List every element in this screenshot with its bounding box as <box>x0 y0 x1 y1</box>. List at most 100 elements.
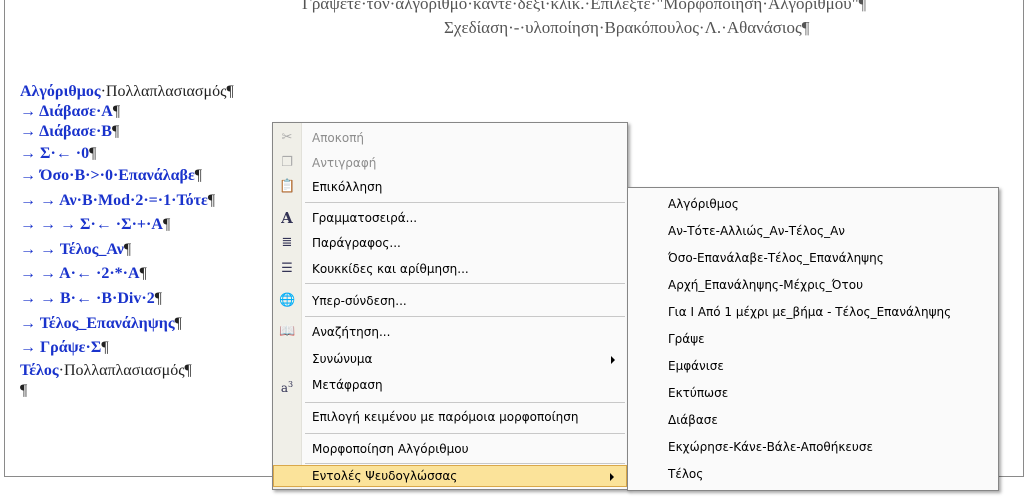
menu-item-label: Επικόλληση <box>312 180 383 194</box>
doc-keyword: Τέλος <box>20 362 59 379</box>
menu-item-label: Αποκοπή <box>312 131 365 145</box>
pilcrow: ¶ <box>162 216 171 233</box>
doc-line-6: → → Αν·Β·Mod·2·=·1·Τότε¶ <box>20 191 215 211</box>
copy-icon: ❐ <box>281 155 293 170</box>
menu-item-label: Αντιγραφή <box>312 156 377 170</box>
doc-line-12: → Γράψε·Σ¶ <box>20 338 109 358</box>
doc-line-13: Τέλος·Πολλαπλασιασμός¶ <box>20 361 192 381</box>
doc-line-11: → Τέλος_Επανάληψης¶ <box>20 314 182 334</box>
pilcrow: ¶ <box>174 315 182 332</box>
submenu-item-algorithm[interactable]: Αλγόριθμος <box>628 192 998 216</box>
submenu-item-assign[interactable]: Εκχώρησε-Κάνε-Βάλε-Αποθήκευσε <box>628 435 998 459</box>
doc-text: → Διάβασε·Β <box>20 123 112 140</box>
menu-item-bullets[interactable]: ☰ Κουκκίδες και αρίθμηση... <box>273 258 627 280</box>
doc-line-5: → Όσο·Β·>·0·Επανάλαβε¶ <box>20 166 202 186</box>
doc-text: → → Β·← ·Β·Div·2 <box>20 290 155 307</box>
menu-item-pseudocode-commands[interactable]: Εντολές Ψευδογλώσσας <box>273 465 627 487</box>
pilcrow: ¶ <box>194 167 203 184</box>
menu-item-research[interactable]: 📖 Αναζήτηση... <box>273 321 627 343</box>
doc-line-8: → → Τέλος_Αν¶ <box>20 240 131 260</box>
doc-line-4: → Σ·← ·0¶ <box>20 144 96 164</box>
submenu-item-label: Διάβασε <box>668 413 718 427</box>
menu-item-translate[interactable]: a3 Μετάφραση <box>273 374 627 396</box>
menu-item-format-algorithm[interactable]: Μορφοποίηση Αλγόριθμου <box>273 438 627 460</box>
doc-line-1: Αλγόριθμος·Πολλαπλασιασμός¶ <box>20 82 234 102</box>
menu-item-label: Μορφοποίηση Αλγόριθμου <box>312 442 469 456</box>
doc-text: → → Α·← ·2·*·Α <box>20 265 140 282</box>
menu-separator <box>305 402 625 403</box>
submenu-item-label: Εμφάνισε <box>668 359 724 373</box>
instruction-text: Γράψετε·τον·αλγόριθμο·κάντε·δεξί·κλικ.·Ε… <box>302 0 867 13</box>
submenu-item-print[interactable]: Εκτύπωσε <box>628 381 998 405</box>
menu-item-label: Γραμματοσειρά... <box>312 211 418 225</box>
doc-text: → → → Σ·← ·Σ·+·Α <box>20 216 163 233</box>
doc-line-2: → Διάβασε·Α¶ <box>20 102 120 122</box>
pseudocode-submenu: Αλγόριθμος Αν-Τότε-Αλλιώς_Αν-Τέλος_Αν Όσ… <box>627 187 999 491</box>
submenu-item-write[interactable]: Γράψε <box>628 327 998 351</box>
menu-item-label: Συνώνυμα <box>312 352 373 366</box>
doc-line-3: → Διάβασε·Β¶ <box>20 122 119 142</box>
doc-text: → Διάβασε·Α <box>20 103 113 120</box>
menu-item-label: Παράγραφος... <box>312 236 401 250</box>
submenu-arrow-icon <box>611 356 615 364</box>
menu-item-select-similar[interactable]: Επιλογή κειμένου με παρόμοια μορφοποίηση <box>273 406 627 428</box>
menu-separator <box>305 433 625 434</box>
author-text: Σχεδίαση·-·υλοποίηση·Βρακόπουλος·Λ.·Αθαν… <box>444 18 810 37</box>
doc-line-10: → → Β·← ·Β·Div·2¶ <box>20 289 162 309</box>
doc-text: → Γράψε·Σ <box>20 339 102 356</box>
pilcrow: ¶ <box>89 145 97 162</box>
menu-item-cut[interactable]: ✂ Αποκοπή <box>273 127 627 149</box>
pilcrow: ¶ <box>20 382 28 399</box>
pilcrow: ¶ <box>139 265 147 282</box>
pilcrow: ¶ <box>111 123 120 140</box>
submenu-item-repeat-until[interactable]: Αρχή_Επανάληψης-Μέχρις_Ότου <box>628 273 998 297</box>
doc-text: → → Αν·Β·Mod·2·=·1·Τότε <box>20 192 208 209</box>
context-menu: ✂ Αποκοπή ❐ Αντιγραφή 📋 Επικόλληση A Γρα… <box>272 122 628 490</box>
research-icon: 📖 <box>279 324 296 339</box>
submenu-item-label: Τέλος <box>668 467 704 481</box>
pilcrow: ¶ <box>123 241 132 258</box>
doc-text: → Τέλος_Επανάληψης <box>20 315 175 332</box>
menu-item-paragraph[interactable]: ≣ Παράγραφος... <box>273 232 627 254</box>
menu-separator <box>305 316 625 317</box>
menu-item-synonyms[interactable]: Συνώνυμα <box>273 348 627 370</box>
doc-text: → Σ·← ·0 <box>20 145 90 162</box>
submenu-item-end[interactable]: Τέλος <box>628 462 998 486</box>
menu-item-hyperlink[interactable]: 🌐 Υπερ-σύνδεση... <box>273 290 627 312</box>
doc-text: → → Τέλος_Αν <box>20 241 124 258</box>
doc-text: → Όσο·Β·>·0·Επανάλαβε <box>20 167 195 184</box>
submenu-item-label: Αρχή_Επανάληψης-Μέχρις_Ότου <box>668 278 864 292</box>
menu-item-label: Επιλογή κειμένου με παρόμοια μορφοποίηση <box>312 410 579 424</box>
bullets-icon: ☰ <box>281 261 293 276</box>
submenu-item-display[interactable]: Εμφάνισε <box>628 354 998 378</box>
hyperlink-icon: 🌐 <box>279 293 296 308</box>
submenu-arrow-icon <box>610 473 614 481</box>
menu-item-font[interactable]: A Γραμματοσειρά... <box>273 207 627 229</box>
menu-item-label: Εντολές Ψευδογλώσσας <box>312 469 458 483</box>
doc-line-9: → → Α·← ·2·*·Α¶ <box>20 264 147 284</box>
submenu-item-read[interactable]: Διάβασε <box>628 408 998 432</box>
paragraph-icon: ≣ <box>281 235 293 250</box>
doc-line-7: → → → Σ·← ·Σ·+·Α¶ <box>20 215 170 235</box>
doc-line-14: ¶ <box>20 381 27 401</box>
pilcrow: ¶ <box>154 290 162 307</box>
menu-item-label: Αναζήτηση... <box>312 325 391 339</box>
submenu-item-if-then[interactable]: Αν-Τότε-Αλλιώς_Αν-Τέλος_Αν <box>628 219 998 243</box>
doc-text: ·Πολλαπλασιασμός¶ <box>58 362 192 379</box>
submenu-item-label: Εκχώρησε-Κάνε-Βάλε-Αποθήκευσε <box>668 440 873 454</box>
submenu-item-for-loop[interactable]: Για Ι Από 1 μέχρι με_βήμα - Τέλος_Επανάλ… <box>628 300 998 324</box>
menu-item-label: Υπερ-σύνδεση... <box>312 294 407 308</box>
menu-item-copy[interactable]: ❐ Αντιγραφή <box>273 152 627 174</box>
pilcrow: ¶ <box>101 339 109 356</box>
submenu-item-label: Για Ι Από 1 μέχρι με_βήμα - Τέλος_Επανάλ… <box>668 305 952 319</box>
pilcrow: ¶ <box>207 192 216 209</box>
menu-item-paste[interactable]: 📋 Επικόλληση <box>273 176 627 198</box>
submenu-item-label: Αν-Τότε-Αλλιώς_Αν-Τέλος_Αν <box>668 224 845 238</box>
menu-separator <box>305 463 625 464</box>
submenu-item-label: Εκτύπωσε <box>668 386 729 400</box>
paste-icon: 📋 <box>279 179 296 194</box>
pilcrow: ¶ <box>112 103 121 120</box>
submenu-item-while[interactable]: Όσο-Επανάλαβε-Τέλος_Επανάληψης <box>628 246 998 270</box>
doc-text: ·Πολλαπλασιασμός¶ <box>100 83 234 100</box>
font-icon: A <box>281 209 293 227</box>
